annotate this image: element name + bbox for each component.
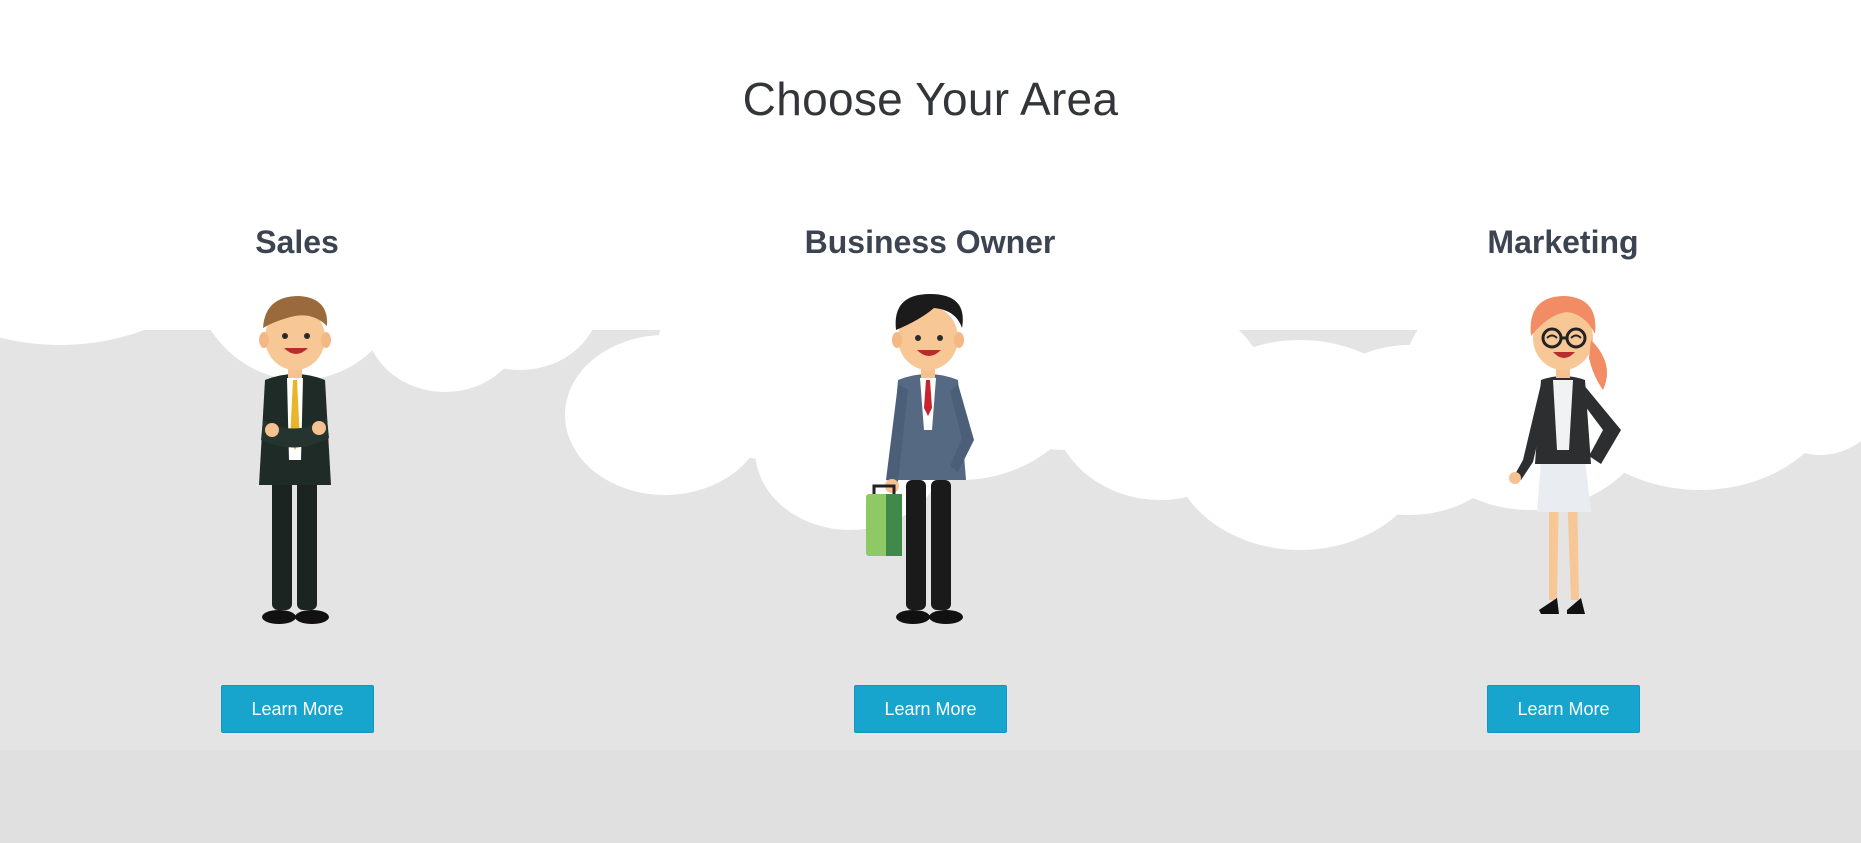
learn-more-button-marketing[interactable]: Learn More	[1487, 685, 1640, 733]
area-title-business-owner: Business Owner	[804, 224, 1056, 260]
area-card-marketing: Marketing Learn More	[1353, 220, 1773, 740]
business-owner-illustration	[866, 294, 974, 624]
learn-more-button-sales[interactable]: Learn More	[221, 685, 374, 733]
salesman-illustration	[259, 296, 331, 624]
learn-more-button-business-owner[interactable]: Learn More	[854, 685, 1007, 733]
page-title: Choose Your Area	[742, 73, 1119, 125]
marketer-illustration	[1509, 296, 1621, 614]
area-card-business-owner: Business Owner Learn More	[720, 220, 1140, 740]
area-title-sales: Sales	[255, 224, 339, 260]
area-title-marketing: Marketing	[1487, 224, 1639, 260]
area-card-sales: Sales Learn More	[87, 220, 507, 740]
